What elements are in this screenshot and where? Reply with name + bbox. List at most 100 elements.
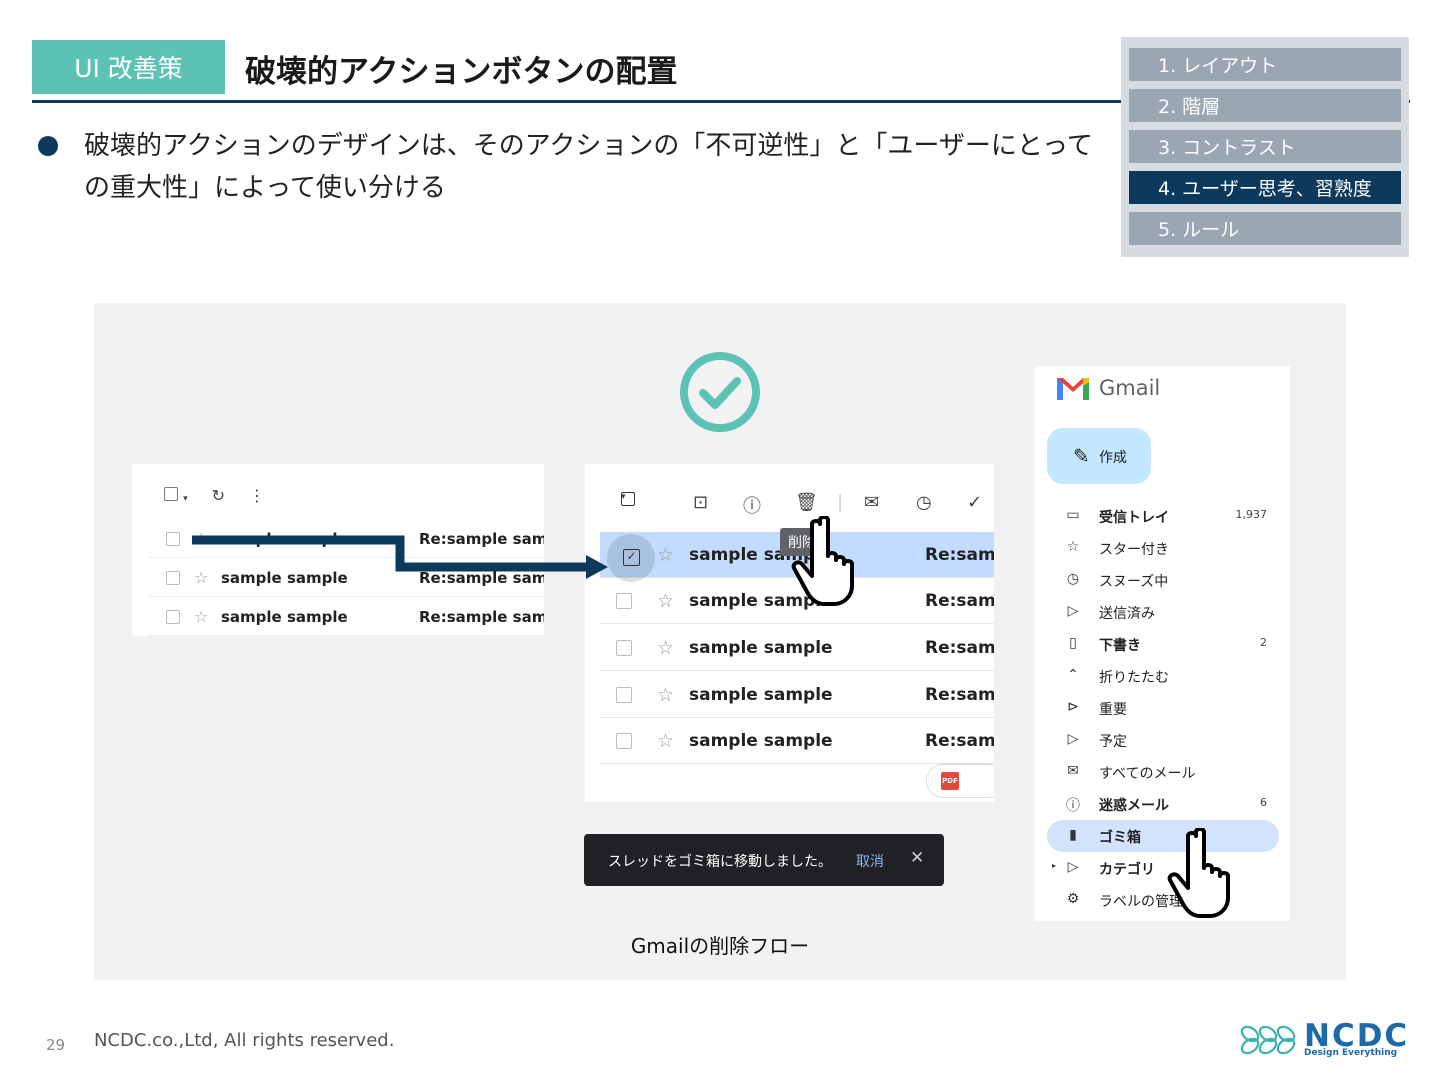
expand-arrow-icon[interactable]: ▸: [1052, 861, 1056, 870]
sidebar-item-label: 下書き: [1099, 638, 1141, 654]
star-icon[interactable]: ☆: [657, 730, 674, 752]
sidebar-item-label: スター付き: [1099, 542, 1169, 558]
row-checkbox[interactable]: [166, 570, 180, 585]
row-sender: sample sample: [689, 637, 833, 658]
row-checkbox[interactable]: [616, 639, 632, 656]
more-vert-icon[interactable]: ⋮: [249, 486, 265, 505]
pdf-icon: PDF: [941, 772, 959, 790]
copyright: NCDC.co.,Ltd, All rights reserved.: [94, 1030, 395, 1051]
sidebar-item-count: 1,937: [1235, 508, 1268, 521]
gmail-sidebar: Gmail ✎ 作成 ▭ 受信トレイ 1,937 ☆ スター付き ◷ スヌーズ中 ▷ 送信済み ▯…: [1035, 366, 1290, 921]
logo-tagline: Design Everything: [1304, 1048, 1398, 1058]
sidebar-item[interactable]: ⌃ 折りたたむ: [1047, 660, 1279, 692]
select-all-checkbox[interactable]: ▾: [164, 486, 188, 505]
mark-read-icon[interactable]: ✉: [864, 492, 879, 513]
compose-button[interactable]: ✎ 作成: [1047, 428, 1151, 484]
toc-item-rules[interactable]: 5. ルール: [1129, 212, 1401, 245]
row-checkbox[interactable]: [616, 732, 632, 749]
ncdc-logo: NCDC Design Everything: [1238, 1018, 1412, 1062]
sidebar-item-label: 重要: [1099, 702, 1127, 718]
undo-button[interactable]: 取消: [856, 851, 884, 871]
sidebar-item-label: 送信済み: [1099, 606, 1155, 622]
toc-item-contrast[interactable]: 3. コントラスト: [1129, 130, 1401, 163]
hand-cursor-icon: [791, 516, 854, 606]
snooze-icon[interactable]: ◷: [916, 492, 932, 513]
row-subject: Re:samp: [925, 730, 994, 751]
sidebar-item-label: ゴミ箱: [1099, 830, 1141, 846]
figure-caption: Gmailの削除フロー: [630, 934, 810, 958]
compose-label: 作成: [1099, 450, 1127, 466]
table-row[interactable]: ☆ sample sample Re:samp: [600, 625, 994, 671]
label-icon: ▷: [1067, 859, 1079, 875]
row-checkbox[interactable]: [616, 592, 632, 609]
archive-icon[interactable]: ⊡: [693, 492, 708, 513]
sidebar-item[interactable]: ▭ 受信トレイ 1,937: [1047, 500, 1279, 532]
all-mail-icon: ✉: [1067, 763, 1079, 779]
file-icon: ▯: [1069, 635, 1077, 651]
row-subject: Re:samp: [925, 544, 994, 565]
mini-toolbar: ▾ ↻ ⋮: [164, 486, 265, 505]
row-subject: Re:sample sample: [419, 607, 544, 626]
bullet-dot: [38, 136, 58, 156]
sidebar-item-label: 迷惑メール: [1099, 798, 1169, 814]
star-icon[interactable]: ☆: [657, 544, 674, 566]
sidebar-item[interactable]: ▯ 下書き 2: [1047, 628, 1279, 660]
toc-item-hierarchy[interactable]: 2. 階層: [1129, 89, 1401, 122]
scheduled-icon: ▷: [1067, 731, 1079, 747]
chevron-up-icon: ⌃: [1067, 667, 1079, 683]
refresh-icon[interactable]: ↻: [212, 486, 225, 505]
add-task-icon[interactable]: ✓: [967, 492, 982, 513]
sidebar-item-label: すべてのメール: [1099, 766, 1196, 782]
row-subject: Re:samp: [925, 684, 994, 705]
row-checkbox[interactable]: [616, 686, 632, 703]
toc-item-user-thinking[interactable]: 4. ユーザー思考、習熟度: [1129, 171, 1401, 204]
toc-item-layout[interactable]: 1. レイアウト: [1129, 48, 1401, 81]
attachment-chip[interactable]: PDF: [926, 764, 994, 798]
clock-icon: ◷: [1066, 571, 1080, 587]
bullet-text: 破壊的アクションのデザインは、そのアクションの「不可逆性」と「ユーザーにとっての…: [84, 131, 1093, 203]
toolbar-divider: |: [837, 492, 844, 513]
star-icon[interactable]: ☆: [657, 637, 674, 659]
sidebar-item[interactable]: ◷ スヌーズ中: [1047, 564, 1279, 596]
sidebar-item-label: 折りたたむ: [1099, 670, 1169, 686]
row-subject: Re:samp: [925, 637, 994, 658]
section-tag: UI 改善策: [32, 40, 225, 94]
sidebar-item[interactable]: ▷ 予定: [1047, 724, 1279, 756]
star-icon[interactable]: ☆: [657, 684, 674, 706]
send-icon: ▷: [1067, 603, 1079, 619]
gmail-logo-icon: [1057, 378, 1089, 400]
sidebar-item[interactable]: ✉ すべてのメール: [1047, 756, 1279, 788]
table-row[interactable]: ☆ sample sample Re:sample sample: [148, 598, 544, 636]
sidebar-item[interactable]: ▷ 送信済み: [1047, 596, 1279, 628]
sidebar-item-label: 予定: [1099, 734, 1127, 750]
row-subject: Re:samp: [925, 590, 994, 611]
page-number: 29: [46, 1036, 66, 1054]
row-checkbox-checked[interactable]: ✓: [623, 549, 640, 566]
star-icon: ☆: [1066, 539, 1080, 555]
table-of-contents: 1. レイアウト 2. 階層 3. コントラスト 4. ユーザー思考、習熟度 5…: [1121, 37, 1409, 257]
sidebar-item-count: 2: [1260, 636, 1267, 649]
trash-icon[interactable]: 🗑: [795, 492, 818, 513]
gmail-wordmark: Gmail: [1099, 376, 1161, 400]
star-icon[interactable]: ☆: [657, 590, 674, 612]
sidebar-item[interactable]: ⓘ 迷惑メール 6: [1047, 788, 1279, 820]
star-icon[interactable]: ☆: [194, 607, 208, 626]
snackbar-message: スレッドをゴミ箱に移動しました。: [608, 854, 832, 870]
sidebar-item-label: 受信トレイ: [1099, 510, 1169, 526]
sidebar-item[interactable]: ☆ スター付き: [1047, 532, 1279, 564]
logo-mark-icon: [1240, 1025, 1296, 1055]
trash-icon: ▮: [1069, 827, 1077, 843]
report-spam-icon[interactable]: ⓘ: [743, 492, 761, 518]
sidebar-item-label: カテゴリ: [1099, 862, 1155, 878]
hand-cursor-icon: [1167, 828, 1230, 918]
sidebar-item-label: スヌーズ中: [1099, 574, 1169, 590]
table-row[interactable]: ☆ sample sample Re:samp: [600, 718, 994, 764]
row-checkbox[interactable]: [166, 531, 180, 546]
row-checkbox[interactable]: [166, 609, 180, 624]
close-icon[interactable]: ✕: [910, 848, 924, 868]
gear-icon: ⚙: [1066, 891, 1080, 907]
row-sender: sample sample: [689, 684, 833, 705]
sidebar-item[interactable]: ⊳ 重要: [1047, 692, 1279, 724]
spam-icon: ⓘ: [1066, 798, 1080, 814]
table-row[interactable]: ☆ sample sample Re:samp: [600, 672, 994, 718]
